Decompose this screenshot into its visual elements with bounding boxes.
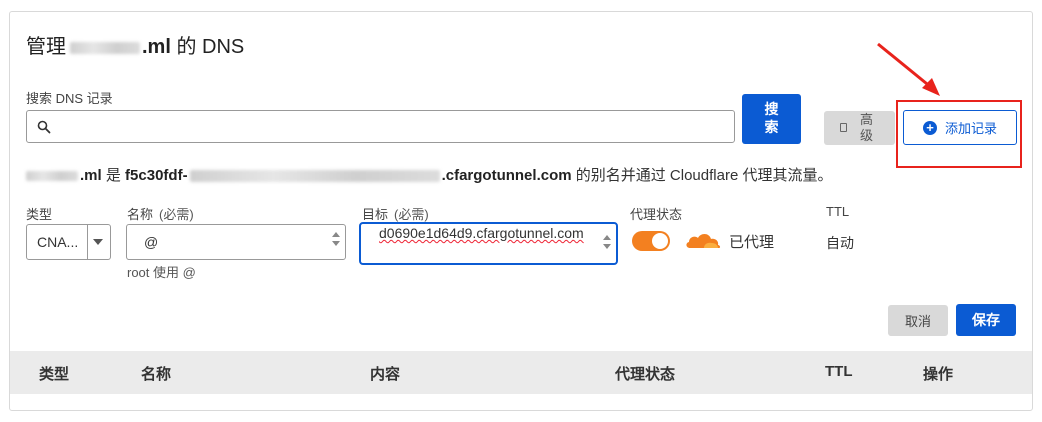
select-divider — [87, 225, 88, 259]
title-suffix: 的 DNS — [176, 36, 245, 58]
arrow-up-icon[interactable] — [603, 235, 611, 240]
proxy-info-text: .ml 是 f5c30fdf- .cfargotunnel.com 的别名并通过 … — [26, 164, 832, 185]
record-type-value: CNA... — [37, 234, 79, 250]
name-label: 名称 (必需) — [127, 204, 194, 223]
info-target-suffix: .cfargotunnel.com — [441, 167, 572, 184]
record-type-select[interactable]: CNA... — [26, 224, 111, 260]
column-header-content[interactable]: 内容 — [370, 363, 400, 384]
target-resize-stepper[interactable] — [602, 231, 612, 259]
document-icon — [840, 123, 847, 132]
name-value: @ — [144, 234, 159, 250]
advanced-button[interactable]: 高级 — [824, 111, 895, 145]
search-button[interactable]: 搜索 — [742, 94, 801, 144]
redacted-tunnel-id — [189, 170, 440, 183]
target-field[interactable]: d0690e1d64d9.cfargotunnel.com — [359, 222, 618, 265]
cloud-icon — [686, 234, 721, 248]
arrow-down-icon[interactable] — [603, 244, 611, 249]
name-hint: root 使用 @ — [127, 265, 196, 280]
column-header-proxy-status[interactable]: 代理状态 — [615, 363, 675, 384]
chevron-down-icon[interactable] — [93, 239, 103, 245]
add-record-button-label: 添加记录 — [944, 121, 997, 136]
ttl-label: TTL — [826, 204, 850, 219]
advanced-button-label: 高级 — [860, 112, 874, 143]
plus-circle-icon: + — [922, 120, 937, 135]
records-table-header: 类型 名称 内容 代理状态 TTL 操作 — [10, 351, 1032, 394]
info-tail: 的别名并通过 Cloudflare 代理其流量。 — [575, 167, 833, 184]
title-domain-suffix: .ml — [142, 36, 171, 58]
cancel-button[interactable]: 取消 — [888, 305, 948, 336]
redacted-domain — [70, 41, 140, 54]
page-title: 管理 .ml 的 DNS — [26, 30, 244, 59]
title-prefix: 管理 — [26, 36, 66, 58]
search-button-label: 搜索 — [764, 102, 779, 136]
name-resize-stepper[interactable] — [331, 228, 341, 256]
column-header-actions: 操作 — [923, 366, 954, 383]
add-record-button[interactable]: + 添加记录 — [903, 110, 1017, 145]
proxy-status-label: 代理状态 — [630, 207, 683, 222]
ttl-value: 自动 — [826, 235, 854, 251]
required-hint: (必需) — [394, 207, 429, 222]
info-is: 是 — [105, 167, 121, 184]
target-label: 目标 (必需) — [362, 204, 429, 223]
search-input[interactable] — [61, 115, 721, 139]
redacted-domain — [26, 171, 78, 182]
type-label: 类型 — [26, 207, 53, 222]
dns-management-panel: 管理 .ml 的 DNS 搜索 DNS 记录 搜索 高级 + 添加记录 .ml 是… — [9, 11, 1033, 411]
target-value: d0690e1d64d9.cfargotunnel.com — [379, 225, 584, 241]
column-header-name[interactable]: 名称 — [141, 363, 171, 384]
info-domain-suffix: .ml — [80, 167, 102, 184]
search-icon — [37, 120, 51, 134]
arrow-down-icon[interactable] — [332, 241, 340, 246]
required-hint: (必需) — [159, 207, 194, 222]
column-header-type[interactable]: 类型 — [39, 363, 69, 384]
info-target-prefix: f5c30fdf- — [125, 167, 188, 184]
name-field[interactable]: @ — [126, 224, 346, 260]
arrow-up-icon[interactable] — [332, 232, 340, 237]
toggle-knob — [652, 233, 668, 249]
name-label-text: 名称 — [127, 207, 154, 222]
annotation-arrow — [877, 42, 940, 96]
column-header-ttl[interactable]: TTL — [825, 363, 853, 380]
search-field[interactable] — [26, 110, 735, 143]
proxy-toggle[interactable] — [632, 231, 670, 251]
save-button[interactable]: 保存 — [956, 304, 1016, 336]
proxy-status-text: 已代理 — [729, 234, 775, 251]
search-label: 搜索 DNS 记录 — [26, 91, 113, 106]
target-label-text: 目标 — [362, 207, 389, 222]
